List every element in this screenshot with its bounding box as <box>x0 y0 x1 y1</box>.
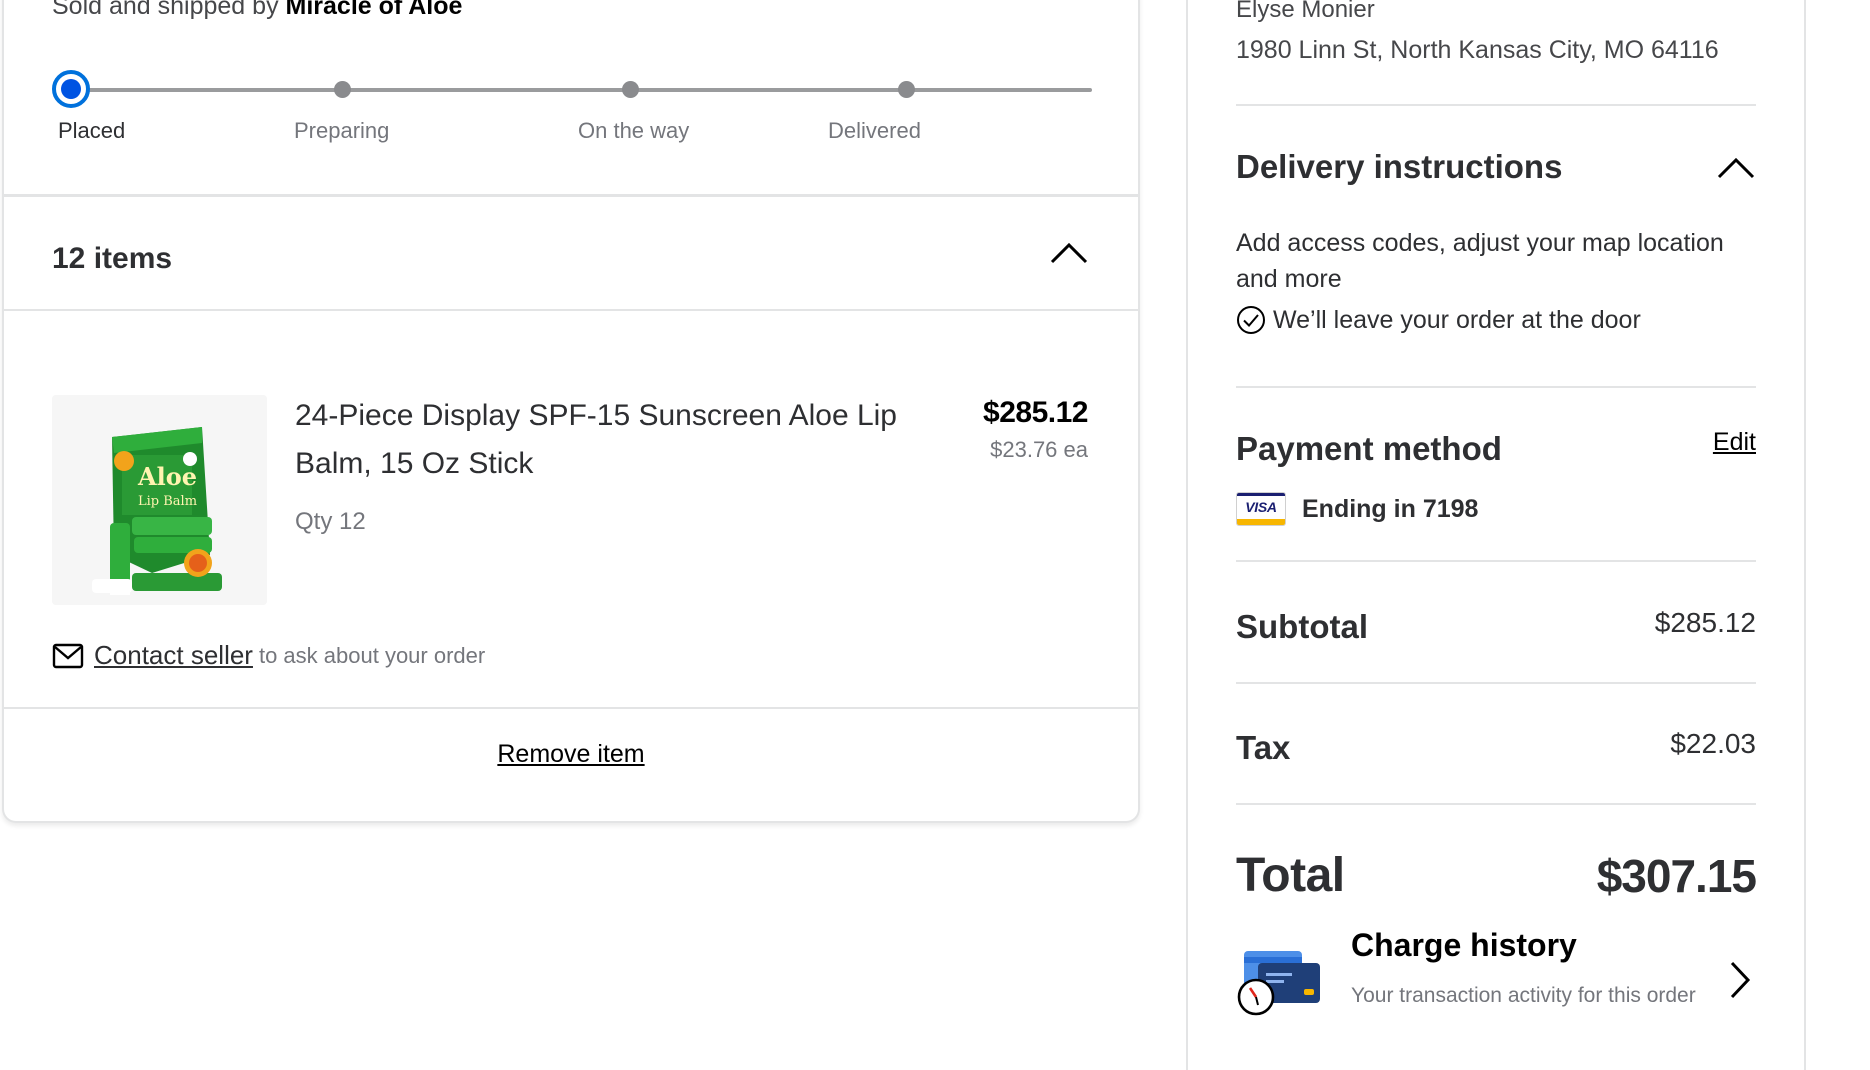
step-label-on-the-way: On the way <box>578 118 690 143</box>
check-circle-icon <box>1237 306 1265 334</box>
items-count-title: 12 items <box>52 242 173 275</box>
order-items-card: Sold and shipped by Miracle of Aloe Plac… <box>2 0 1140 823</box>
total-value: $307.15 <box>1596 850 1757 902</box>
delivery-instructions-description: Add access codes, adjust your map locati… <box>1236 229 1724 293</box>
visa-card-icon: VISA <box>1236 492 1286 526</box>
charge-history-icon <box>1237 951 1320 1016</box>
step-dot-on-the-way <box>622 81 639 98</box>
contact-seller-link[interactable]: Contact seller <box>94 640 253 671</box>
payment-card-row: VISA Ending in 7198 <box>1236 492 1756 526</box>
chevron-right-icon[interactable] <box>1728 960 1752 1000</box>
product-image[interactable]: Aloe Lip Balm <box>52 395 267 605</box>
mail-icon <box>52 643 84 668</box>
seller-name: Miracle of Aloe <box>285 0 463 20</box>
card-ending-text: Ending in 7198 <box>1302 494 1479 523</box>
charge-history-title: Charge history <box>1351 927 1577 963</box>
lip-balm-display-image: Aloe Lip Balm <box>52 395 267 605</box>
step-dot-delivered <box>898 81 915 98</box>
leave-at-door-text: We’ll leave your order at the door <box>1273 305 1641 334</box>
tax-value: $22.03 <box>1670 728 1756 759</box>
charge-history-row[interactable]: Charge history Your transaction activity… <box>1188 920 1804 1050</box>
step-label-preparing: Preparing <box>294 118 390 143</box>
remove-item-button[interactable]: Remove item <box>4 740 1138 769</box>
step-label-delivered: Delivered <box>828 118 921 143</box>
divider <box>4 707 1138 709</box>
chevron-up-icon[interactable] <box>1716 156 1756 180</box>
shipping-address: 1980 Linn St, North Kansas City, MO 6411… <box>1236 36 1719 64</box>
order-progress-tracker: Placed Preparing On the way Delivered <box>52 70 1092 160</box>
order-summary-card: Elyse Monier 1980 Linn St, North Kansas … <box>1186 0 1806 1070</box>
divider <box>1236 104 1756 106</box>
step-dot-preparing <box>334 81 351 98</box>
step-label-placed: Placed <box>58 118 126 143</box>
sold-by-line: Sold and shipped by Miracle of Aloe <box>52 0 462 21</box>
product-price-each: $23.76 ea <box>990 437 1088 462</box>
divider <box>1236 386 1756 388</box>
progress-track-line <box>70 88 1092 92</box>
subtotal-value: $285.12 <box>1654 607 1756 638</box>
product-quantity: Qty 12 <box>295 508 366 535</box>
delivery-instructions-title: Delivery instructions <box>1236 148 1563 185</box>
divider <box>1236 803 1756 805</box>
product-image-text-aloe: Aloe <box>137 462 197 491</box>
contact-seller-row: Contact seller to ask about your order <box>52 640 485 671</box>
items-section-header[interactable]: 12 items <box>4 197 1138 309</box>
divider <box>1236 560 1756 562</box>
product-image-text-lipbalm: Lip Balm <box>138 494 197 509</box>
step-dot-placed <box>52 70 90 108</box>
product-price: $285.12 <box>983 396 1088 429</box>
visa-brand-text: VISA <box>1245 499 1277 515</box>
charge-history-subtitle: Your transaction activity for this order <box>1351 984 1696 1007</box>
edit-payment-button[interactable]: Edit <box>1713 428 1756 457</box>
payment-method-title: Payment method <box>1236 430 1502 467</box>
leave-at-door-row: We’ll leave your order at the door <box>1236 305 1756 335</box>
contact-seller-note: to ask about your order <box>258 642 486 668</box>
chevron-up-icon[interactable] <box>1049 241 1089 265</box>
divider <box>4 309 1138 311</box>
recipient-name: Elyse Monier <box>1236 0 1375 23</box>
sold-by-prefix: Sold and shipped by <box>52 0 279 20</box>
product-name-link[interactable]: 24-Piece Display SPF-15 Sunscreen Aloe L… <box>295 392 955 488</box>
divider <box>1236 682 1756 684</box>
